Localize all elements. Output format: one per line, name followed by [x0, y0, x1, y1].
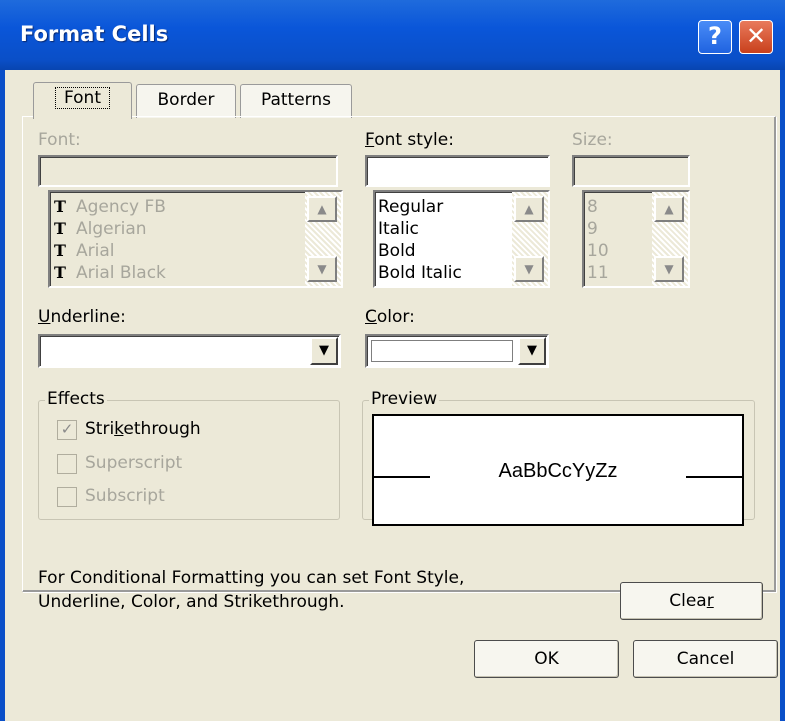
- cancel-button[interactable]: Cancel: [633, 640, 778, 678]
- truetype-font-icon: T: [54, 241, 66, 260]
- font-style-input[interactable]: [365, 155, 550, 187]
- clear-button-label: Clea: [669, 591, 707, 611]
- tab-patterns[interactable]: Patterns: [240, 84, 352, 118]
- list-item[interactable]: T Agency FB: [54, 196, 166, 218]
- info-text-line2: Underline, Color, and Strikethrough.: [38, 592, 345, 612]
- strikethrough-label-pre: Stri: [85, 419, 115, 439]
- color-label-mnemonic: C: [365, 307, 377, 327]
- list-item[interactable]: Italic: [378, 218, 419, 240]
- strikethrough-label-post: ethrough: [123, 419, 201, 439]
- preview-title: Preview: [369, 389, 440, 409]
- color-dropdown[interactable]: ▼: [365, 334, 549, 368]
- superscript-checkbox[interactable]: [57, 454, 77, 474]
- clear-button-mnemonic: r: [706, 591, 714, 611]
- size-label: Size:: [572, 130, 613, 150]
- preview-box: AaBbCcYyZz: [372, 414, 744, 526]
- size-list-scrollbar[interactable]: ▲ ▼: [652, 192, 688, 286]
- truetype-font-icon: T: [54, 197, 66, 216]
- list-item[interactable]: 9: [587, 218, 598, 240]
- clear-button[interactable]: Clear: [620, 582, 763, 620]
- list-item[interactable]: 10: [587, 240, 609, 262]
- subscript-checkbox[interactable]: [57, 487, 77, 507]
- list-item[interactable]: Bold Italic: [378, 262, 462, 284]
- window-title: Format Cells: [20, 22, 169, 46]
- scroll-down-icon[interactable]: ▼: [514, 256, 544, 282]
- list-item[interactable]: T Arial Black: [54, 262, 166, 284]
- strikethrough-checkbox[interactable]: ✓: [57, 420, 77, 440]
- help-button[interactable]: ?: [698, 20, 732, 54]
- scroll-up-icon[interactable]: ▲: [514, 196, 544, 222]
- superscript-label[interactable]: Superscript: [85, 453, 182, 473]
- font-style-label: Font style:: [365, 130, 454, 150]
- font-label: Font:: [38, 130, 81, 150]
- font-item-label: Arial: [76, 241, 115, 261]
- underline-dropdown[interactable]: ▼: [38, 334, 341, 368]
- tab-border-label: Border: [157, 90, 215, 110]
- info-text-line1: For Conditional Formatting you can set F…: [38, 568, 465, 588]
- size-listbox[interactable]: 8 9 10 11 ▲ ▼: [582, 190, 690, 288]
- font-listbox[interactable]: T Agency FB T Algerian T Arial T Arial Black…: [48, 190, 343, 288]
- font-name-input[interactable]: [38, 155, 338, 187]
- tab-font[interactable]: Font: [33, 82, 132, 119]
- effects-title: Effects: [45, 389, 107, 409]
- tab-border[interactable]: Border: [136, 84, 236, 118]
- color-label: Color:: [365, 307, 415, 327]
- title-bar[interactable]: Format Cells ? ✕: [0, 0, 785, 70]
- list-item[interactable]: 11: [587, 262, 609, 284]
- list-item[interactable]: T Algerian: [54, 218, 147, 240]
- scroll-up-icon[interactable]: ▲: [654, 196, 684, 222]
- chevron-down-icon[interactable]: ▼: [518, 337, 546, 365]
- scroll-down-icon[interactable]: ▼: [307, 256, 337, 282]
- tab-font-label: Font: [54, 87, 110, 109]
- list-item[interactable]: 8: [587, 196, 598, 218]
- font-list-scrollbar[interactable]: ▲ ▼: [305, 192, 341, 286]
- subscript-label[interactable]: Subscript: [85, 486, 165, 506]
- list-item[interactable]: Regular: [378, 196, 443, 218]
- underline-label-mnemonic: U: [38, 307, 51, 327]
- font-style-scrollbar[interactable]: ▲ ▼: [512, 192, 548, 286]
- list-item[interactable]: Bold: [378, 240, 416, 262]
- font-item-label: Agency FB: [76, 197, 166, 217]
- tab-patterns-label: Patterns: [260, 90, 332, 110]
- color-label-text: olor:: [376, 307, 415, 327]
- underline-label-text: nderline:: [50, 307, 126, 327]
- font-item-label: Algerian: [76, 219, 147, 239]
- window-frame-right: [780, 70, 785, 721]
- truetype-font-icon: T: [54, 219, 66, 238]
- window-frame-left: [0, 70, 5, 721]
- underline-label: Underline:: [38, 307, 126, 327]
- scroll-up-icon[interactable]: ▲: [307, 196, 337, 222]
- font-style-listbox[interactable]: Regular Italic Bold Bold Italic ▲ ▼: [373, 190, 550, 288]
- font-item-label: Arial Black: [76, 263, 166, 283]
- ok-button[interactable]: OK: [474, 640, 619, 678]
- format-cells-dialog: Format Cells ? ✕ Font Border Patterns Fo…: [0, 0, 785, 721]
- help-icon: ?: [708, 22, 722, 50]
- truetype-font-icon: T: [54, 263, 66, 282]
- font-style-label-text: ont style:: [374, 130, 454, 150]
- size-input[interactable]: [572, 155, 690, 187]
- scroll-down-icon[interactable]: ▼: [654, 256, 684, 282]
- close-icon: ✕: [745, 22, 767, 50]
- list-item[interactable]: T Arial: [54, 240, 114, 262]
- strikethrough-label[interactable]: Strikethrough: [85, 419, 201, 439]
- effects-groupbox: Effects: [38, 389, 340, 520]
- close-button[interactable]: ✕: [739, 20, 773, 54]
- color-swatch: [371, 340, 513, 362]
- font-style-label-mnemonic: F: [365, 130, 375, 150]
- preview-sample-text: AaBbCcYyZz: [498, 460, 618, 482]
- chevron-down-icon[interactable]: ▼: [310, 337, 338, 365]
